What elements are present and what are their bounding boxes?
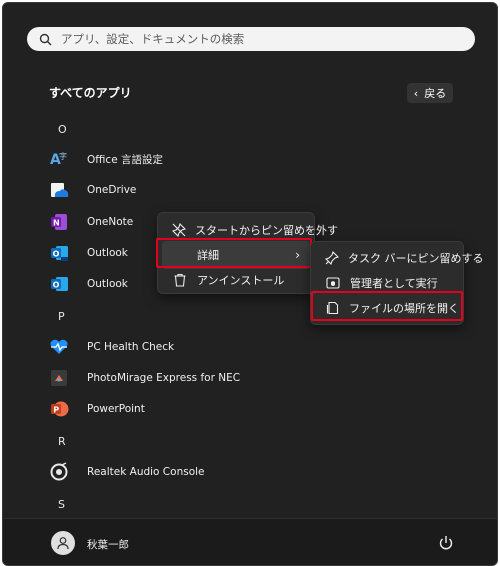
- menu-item-pin-to-taskbar[interactable]: タスク バーにピン留めする: [315, 244, 484, 272]
- office-language-icon: A字: [48, 148, 70, 170]
- powerpoint-icon: P: [48, 398, 70, 420]
- app-item-realtek-audio[interactable]: Realtek Audio Console: [48, 458, 308, 486]
- app-label: PhotoMirage Express for NEC: [87, 372, 241, 384]
- app-label: OneDrive: [87, 184, 137, 196]
- app-label: Outlook: [87, 247, 128, 259]
- menu-item-label: 管理者として実行: [350, 277, 438, 290]
- app-label: Realtek Audio Console: [87, 466, 205, 478]
- chevron-left-icon: ‹: [413, 86, 419, 100]
- pin-icon: [325, 250, 339, 266]
- app-item-office-language[interactable]: A字 Office 言語設定: [48, 145, 308, 173]
- onedrive-icon: [48, 179, 70, 201]
- group-letter-p[interactable]: P: [58, 310, 65, 323]
- search-placeholder: アプリ、設定、ドキュメントの検索: [61, 32, 245, 46]
- photomirage-icon: [48, 367, 70, 389]
- power-icon[interactable]: [436, 533, 456, 553]
- outlook-icon: O: [48, 273, 70, 295]
- svg-text:N: N: [53, 219, 60, 228]
- app-label: OneNote: [87, 216, 134, 228]
- realtek-audio-icon: [48, 461, 70, 483]
- svg-text:O: O: [53, 281, 60, 290]
- outlook-new-icon: O: [48, 242, 70, 264]
- user-icon: [57, 537, 69, 550]
- menu-item-label: タスク バーにピン留めする: [348, 252, 484, 265]
- menu-item-uninstall[interactable]: アンインストール: [162, 266, 310, 294]
- search-box[interactable]: アプリ、設定、ドキュメントの検索: [27, 27, 475, 51]
- app-item-powerpoint[interactable]: P PowerPoint: [48, 395, 308, 423]
- app-label: Outlook: [87, 278, 128, 290]
- svg-text:字: 字: [59, 151, 67, 161]
- highlight-box-details: [156, 238, 312, 268]
- back-button[interactable]: ‹ 戻る: [407, 83, 453, 103]
- menu-item-label: スタートからピン留めを外す: [195, 224, 338, 237]
- highlight-box-open-file-location: [311, 291, 463, 321]
- avatar[interactable]: [51, 531, 75, 555]
- unpin-icon: [172, 222, 186, 238]
- app-label: PowerPoint: [87, 403, 145, 415]
- admin-shield-icon: [325, 275, 341, 291]
- svg-text:P: P: [53, 406, 59, 415]
- search-icon: [39, 32, 53, 46]
- menu-item-label: アンインストール: [197, 274, 285, 287]
- onenote-icon: N: [48, 211, 70, 233]
- group-letter-r[interactable]: R: [58, 435, 66, 448]
- group-letter-s[interactable]: S: [58, 498, 65, 511]
- app-label: Office 言語設定: [87, 153, 163, 166]
- page-title: すべてのアプリ: [49, 86, 132, 100]
- group-letter-o[interactable]: O: [58, 123, 67, 136]
- app-item-pc-health-check[interactable]: PC Health Check: [48, 333, 308, 361]
- app-item-onedrive[interactable]: OneDrive: [48, 176, 308, 204]
- app-item-photomirage[interactable]: PhotoMirage Express for NEC: [48, 364, 308, 392]
- back-button-label: 戻る: [424, 87, 447, 100]
- pc-health-check-icon: [48, 336, 70, 358]
- svg-text:O: O: [53, 250, 60, 259]
- bottom-bar: 秋葉一郎: [3, 518, 497, 565]
- user-name[interactable]: 秋葉一郎: [87, 537, 129, 552]
- trash-icon: [172, 272, 188, 288]
- app-label: PC Health Check: [87, 341, 175, 353]
